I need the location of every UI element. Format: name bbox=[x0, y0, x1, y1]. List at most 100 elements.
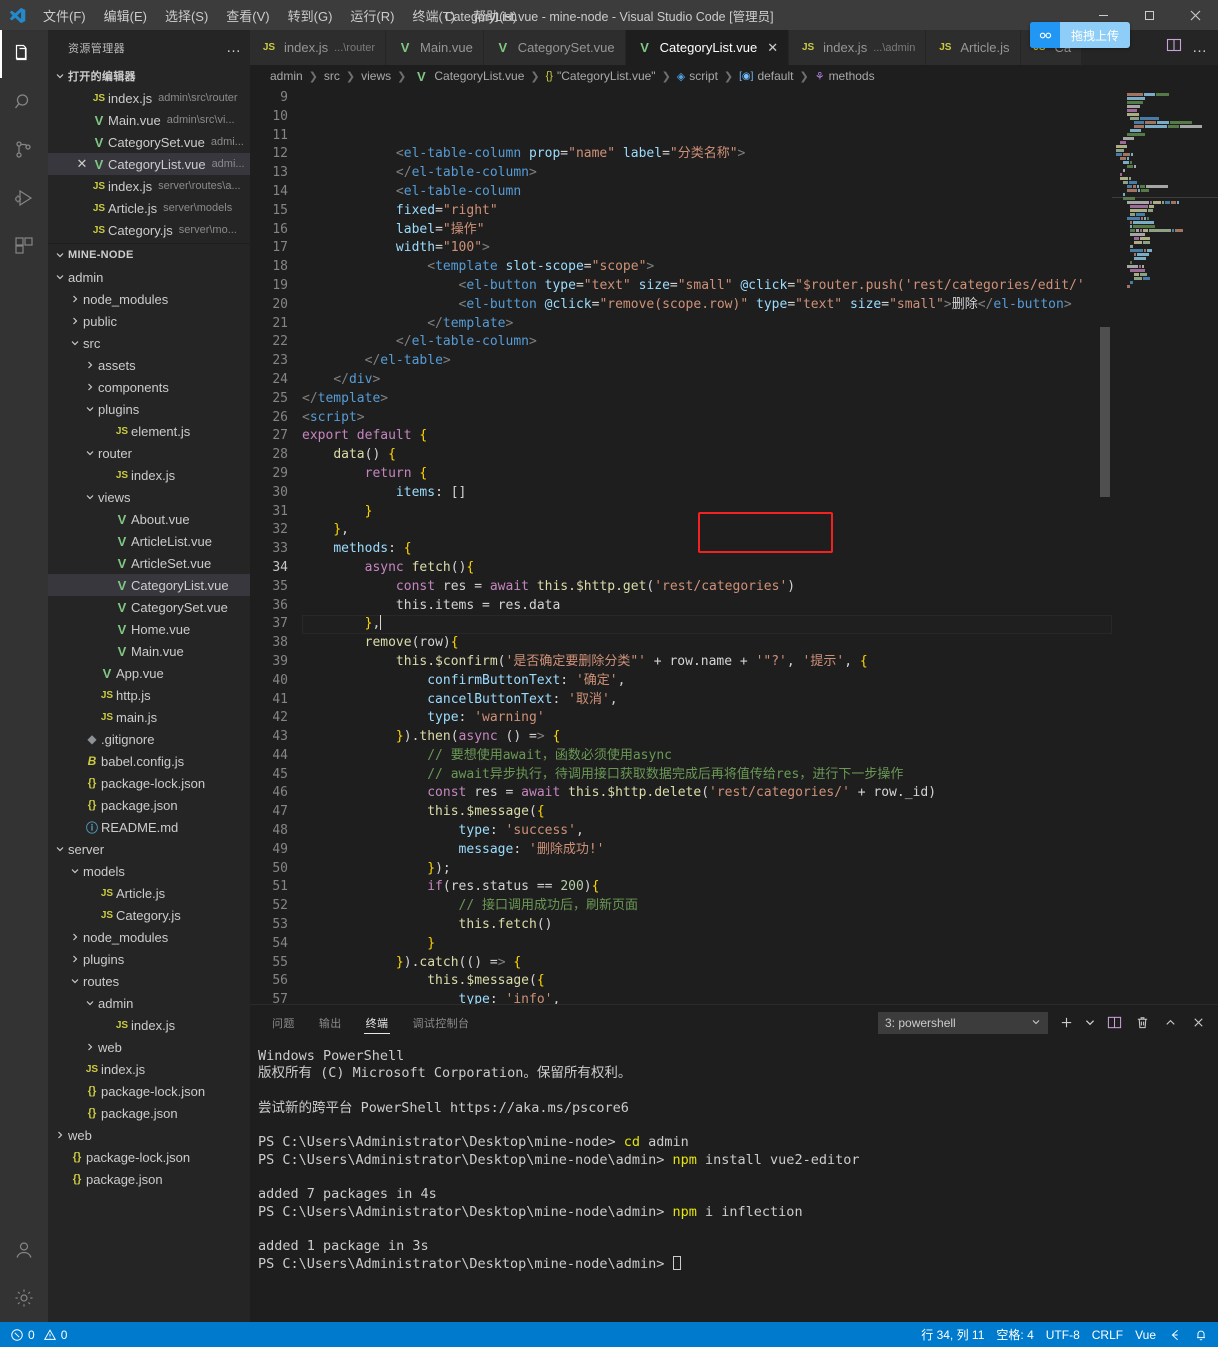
maximize-button[interactable] bbox=[1126, 0, 1172, 30]
tab-output[interactable]: 输出 bbox=[317, 1005, 344, 1040]
code-line[interactable]: export default { bbox=[302, 427, 1112, 446]
activity-account-icon[interactable] bbox=[0, 1226, 48, 1274]
editor-scrollbar[interactable] bbox=[1098, 87, 1112, 1004]
code-content[interactable]: <el-table-column prop="name" label="分类名称… bbox=[302, 87, 1112, 1004]
drag-upload-widget[interactable]: 拖拽上传 bbox=[1030, 22, 1130, 48]
chevron-down-icon[interactable] bbox=[52, 844, 68, 854]
code-line[interactable]: } bbox=[302, 935, 1112, 954]
code-line[interactable]: }); bbox=[302, 860, 1112, 879]
code-line[interactable]: }).catch(() => { bbox=[302, 954, 1112, 973]
code-line[interactable]: <script> bbox=[302, 409, 1112, 428]
menu-terminal[interactable]: 终端(T) bbox=[403, 2, 464, 29]
code-line[interactable]: }).then(async () => { bbox=[302, 728, 1112, 747]
tree-file[interactable]: JS Category.js bbox=[48, 904, 250, 926]
tree-file[interactable]: {} package.json bbox=[48, 1168, 250, 1190]
tree-file[interactable]: V ArticleSet.vue bbox=[48, 552, 250, 574]
code-line[interactable]: this.fetch() bbox=[302, 916, 1112, 935]
tab-debug-console[interactable]: 调试控制台 bbox=[410, 1005, 471, 1040]
activity-extensions-icon[interactable] bbox=[0, 222, 48, 270]
status-indentation[interactable]: 空格: 4 bbox=[990, 1322, 1039, 1347]
tree-folder[interactable]: routes bbox=[48, 970, 250, 992]
editor-tab[interactable]: V Main.vue bbox=[386, 30, 484, 65]
open-editor-item[interactable]: JS Category.js server\mo... bbox=[48, 219, 250, 241]
code-line[interactable]: }, bbox=[302, 521, 1112, 540]
tree-folder[interactable]: models bbox=[48, 860, 250, 882]
menu-file[interactable]: 文件(F) bbox=[34, 2, 95, 29]
code-line[interactable]: </template> bbox=[302, 315, 1112, 334]
menu-run[interactable]: 运行(R) bbox=[341, 2, 403, 29]
close-panel-icon[interactable] bbox=[1188, 1013, 1208, 1033]
menu-help[interactable]: 帮助(H) bbox=[464, 2, 526, 29]
tree-folder[interactable]: router bbox=[48, 442, 250, 464]
chevron-right-icon[interactable] bbox=[67, 294, 83, 304]
breadcrumb-script[interactable]: script bbox=[689, 69, 718, 83]
code-line[interactable]: label="操作" bbox=[302, 221, 1112, 240]
breadcrumb-module[interactable]: "CategoryList.vue" bbox=[557, 69, 656, 83]
tree-file[interactable]: JS element.js bbox=[48, 420, 250, 442]
code-line[interactable]: <el-table-column bbox=[302, 183, 1112, 202]
code-line[interactable]: this.items = res.data bbox=[302, 597, 1112, 616]
code-line[interactable]: type: 'info', bbox=[302, 991, 1112, 1004]
chevron-down-icon[interactable] bbox=[82, 998, 98, 1008]
code-line[interactable]: fixed="right" bbox=[302, 202, 1112, 221]
tree-folder[interactable]: server bbox=[48, 838, 250, 860]
code-line[interactable]: const res = await this.$http.get('rest/c… bbox=[302, 578, 1112, 597]
tree-file[interactable]: ◆ .gitignore bbox=[48, 728, 250, 750]
tree-file[interactable]: Bbabel.config.js bbox=[48, 750, 250, 772]
editor-tab[interactable]: JS Article.js bbox=[926, 30, 1021, 65]
code-line[interactable]: }, bbox=[302, 615, 1112, 635]
tree-file[interactable]: JS index.js bbox=[48, 1014, 250, 1036]
code-line[interactable]: methods: { bbox=[302, 540, 1112, 559]
tree-folder[interactable]: admin bbox=[48, 992, 250, 1014]
tree-file[interactable]: V Main.vue bbox=[48, 640, 250, 662]
code-line[interactable]: </div> bbox=[302, 371, 1112, 390]
breadcrumb-default[interactable]: default bbox=[757, 69, 793, 83]
status-cursor-position[interactable]: 行 34, 列 11 bbox=[915, 1322, 990, 1347]
code-line[interactable]: // 接口调用成功后，刷新页面 bbox=[302, 897, 1112, 916]
editor-tab[interactable]: JS index.js ...\router bbox=[250, 30, 387, 65]
tree-folder[interactable]: public bbox=[48, 310, 250, 332]
status-notifications-icon[interactable] bbox=[1188, 1322, 1214, 1347]
activity-run-debug-icon[interactable] bbox=[0, 174, 48, 222]
tree-folder[interactable]: node_modules bbox=[48, 288, 250, 310]
chevron-down-icon[interactable] bbox=[67, 866, 83, 876]
tab-problems[interactable]: 问题 bbox=[270, 1005, 297, 1040]
code-line[interactable]: </el-table-column> bbox=[302, 333, 1112, 352]
minimap-slider[interactable] bbox=[1112, 197, 1218, 198]
breadcrumb-admin[interactable]: admin bbox=[270, 69, 303, 83]
menu-select[interactable]: 选择(S) bbox=[156, 2, 217, 29]
open-editor-item[interactable]: JS index.js server\routes\a... bbox=[48, 175, 250, 197]
editor-tab[interactable]: V CategorySet.vue bbox=[483, 30, 626, 65]
tree-file[interactable]: V CategoryList.vue bbox=[48, 574, 250, 596]
open-editor-item[interactable]: V CategorySet.vue admi... bbox=[48, 131, 250, 153]
chevron-right-icon[interactable] bbox=[67, 316, 83, 326]
code-line[interactable]: <el-button type="text" size="small" @cli… bbox=[302, 277, 1112, 296]
code-line[interactable]: if(res.status == 200){ bbox=[302, 878, 1112, 897]
status-language-mode[interactable]: Vue bbox=[1129, 1322, 1162, 1347]
chevron-down-icon[interactable] bbox=[67, 338, 83, 348]
breadcrumb-methods[interactable]: methods bbox=[829, 69, 875, 83]
code-line[interactable]: } bbox=[302, 503, 1112, 522]
tree-file[interactable]: JS main.js bbox=[48, 706, 250, 728]
editor-more-icon[interactable]: … bbox=[1192, 39, 1208, 56]
minimap[interactable] bbox=[1112, 87, 1218, 1004]
code-line[interactable]: </el-table-column> bbox=[302, 164, 1112, 183]
terminal-dropdown-icon[interactable] bbox=[1084, 1013, 1096, 1033]
tree-file[interactable]: JS Article.js bbox=[48, 882, 250, 904]
code-line[interactable]: type: 'warning' bbox=[302, 709, 1112, 728]
code-line[interactable]: <el-button @click="remove(scope.row)" ty… bbox=[302, 296, 1112, 315]
activity-search-icon[interactable] bbox=[0, 78, 48, 126]
chevron-down-icon[interactable] bbox=[82, 492, 98, 502]
menu-go[interactable]: 转到(G) bbox=[279, 2, 342, 29]
open-editors-header[interactable]: 打开的编辑器 bbox=[48, 65, 250, 87]
activity-explorer-icon[interactable] bbox=[0, 30, 48, 78]
tree-folder[interactable]: assets bbox=[48, 354, 250, 376]
tree-folder[interactable]: node_modules bbox=[48, 926, 250, 948]
code-line[interactable]: <el-table-column prop="name" label="分类名称… bbox=[302, 145, 1112, 164]
status-problems[interactable]: 0 0 bbox=[4, 1322, 73, 1347]
close-tab-icon[interactable]: ✕ bbox=[767, 40, 778, 56]
tree-file[interactable]: JS index.js bbox=[48, 1058, 250, 1080]
breadcrumb-views[interactable]: views bbox=[361, 69, 391, 83]
code-line[interactable]: </el-table> bbox=[302, 352, 1112, 371]
code-line[interactable]: message: '删除成功!' bbox=[302, 841, 1112, 860]
